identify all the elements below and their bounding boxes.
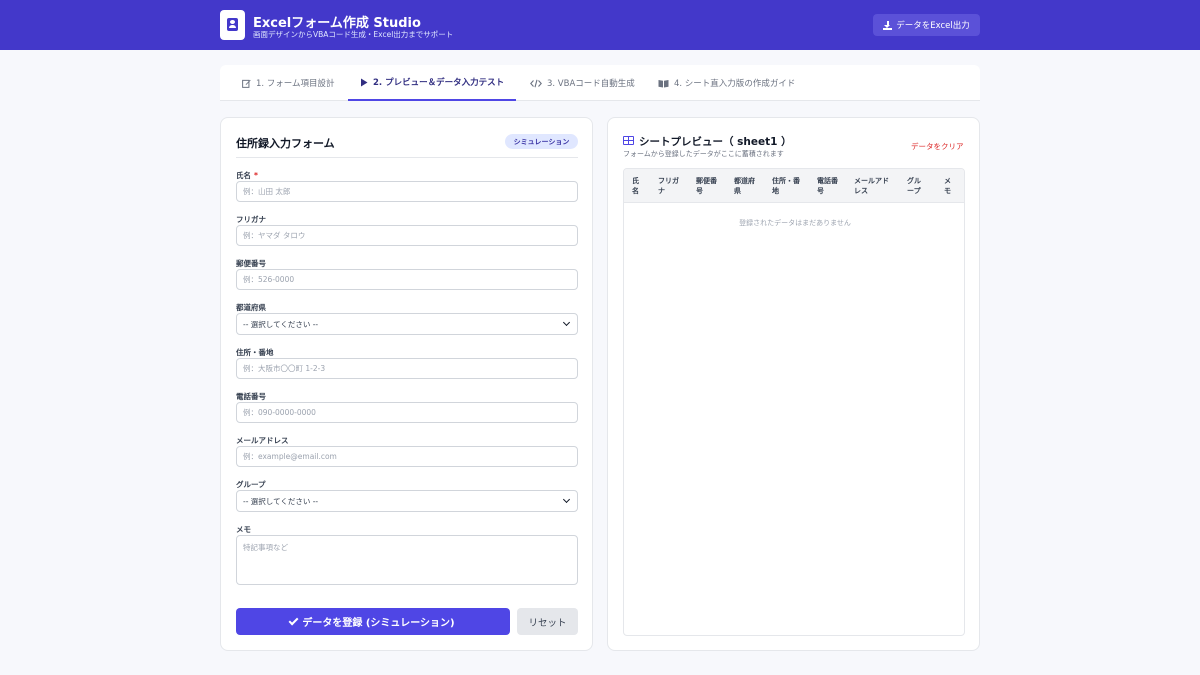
furigana-input[interactable] — [236, 225, 578, 246]
field-label-postal-code: 郵便番号 — [236, 259, 266, 268]
column-header: フリガ ナ — [658, 177, 679, 195]
app-subtitle: 画面デザインからVBAコード生成・Excel出力までサポート — [253, 30, 454, 39]
app-header: Excelフォーム作成 Studio 画面デザインからVBAコード生成・Exce… — [0, 0, 1200, 50]
tab-preview-test[interactable]: 2. プレビュー＆データ入力テスト — [348, 65, 517, 101]
select-value: -- 選択してください -- — [243, 496, 319, 506]
tab-label: 3. VBAコード自動生成 — [547, 79, 635, 89]
chevron-down-icon — [562, 318, 571, 327]
tab-label: 2. プレビュー＆データ入力テスト — [373, 78, 505, 88]
input-form-card: 住所録入力フォーム シミュレーション 氏名* フリガナ 郵便番号 都道府県 --… — [220, 117, 593, 651]
tab-vba-code[interactable]: 3. VBAコード自動生成 — [530, 65, 635, 101]
preview-title: シートプレビュー（ sheet1 ） — [639, 136, 792, 148]
chevron-down-icon — [562, 495, 571, 504]
download-icon — [883, 20, 893, 30]
column-header: 氏 名 — [632, 177, 639, 195]
group-select[interactable]: -- 選択してください -- — [236, 490, 578, 512]
address-input[interactable] — [236, 358, 578, 379]
field-label-prefecture: 都道府県 — [236, 303, 266, 312]
preview-table: 氏 名 フリガ ナ 郵便番 号 都道府 県 住所・番 地 電話番 号 メールアド… — [623, 168, 965, 636]
table-icon — [623, 136, 634, 145]
column-header: 郵便番 号 — [696, 177, 717, 195]
column-header: 電話番 号 — [817, 177, 838, 195]
name-input[interactable] — [236, 181, 578, 202]
field-label-phone: 電話番号 — [236, 392, 266, 401]
address-book-icon — [220, 10, 245, 40]
tab-sheet-guide[interactable]: 4. シート直入力版の作成ガイド — [658, 65, 795, 101]
empty-table-message: 登録されたデータはまだありません — [739, 219, 851, 227]
tab-label: 4. シート直入力版の作成ガイド — [674, 79, 796, 89]
register-label: データを登録 (シミュレーション) — [302, 618, 455, 629]
column-header: グル ープ — [907, 177, 921, 195]
column-header: 都道府 県 — [734, 177, 755, 195]
export-excel-button[interactable]: データをExcel出力 — [873, 14, 980, 36]
book-icon — [658, 79, 669, 87]
email-input[interactable] — [236, 446, 578, 467]
column-header: メ モ — [944, 177, 951, 195]
tab-bar: 1. フォーム項目設計 2. プレビュー＆データ入力テスト 3. VBAコード自… — [220, 65, 980, 101]
required-mark: * — [254, 171, 258, 180]
field-label-name: 氏名 * — [236, 171, 258, 180]
field-label-address: 住所・番地 — [236, 348, 274, 357]
field-label-memo: メモ — [236, 525, 251, 534]
table-header: 氏 名 フリガ ナ 郵便番 号 都道府 県 住所・番 地 電話番 号 メールアド… — [624, 169, 964, 203]
clear-data-button[interactable]: データをクリア — [911, 141, 964, 152]
export-excel-label: データをExcel出力 — [896, 21, 970, 31]
select-value: -- 選択してください -- — [243, 319, 319, 329]
column-header: 住所・番 地 — [772, 177, 800, 195]
register-button[interactable]: データを登録 (シミュレーション) — [236, 608, 510, 635]
column-header: メールアド レス — [854, 177, 889, 195]
sheet-preview-card: シートプレビュー（ sheet1 ） フォームから登録したデータがここに蓄積され… — [607, 117, 980, 651]
tab-label: 1. フォーム項目設計 — [256, 79, 335, 89]
field-label-furigana: フリガナ — [236, 215, 266, 224]
divider — [236, 157, 578, 158]
preview-subtitle: フォームから登録したデータがここに蓄積されます — [623, 150, 784, 158]
field-label-group: グループ — [236, 480, 266, 489]
memo-textarea[interactable] — [236, 535, 578, 585]
code-icon — [530, 79, 542, 87]
simulation-badge: シミュレーション — [505, 134, 578, 149]
field-label-email: メールアドレス — [236, 436, 289, 445]
tab-form-design[interactable]: 1. フォーム項目設計 — [242, 65, 335, 101]
prefecture-select[interactable]: -- 選択してください -- — [236, 313, 578, 335]
phone-input[interactable] — [236, 402, 578, 423]
postal-code-input[interactable] — [236, 269, 578, 290]
check-icon — [288, 615, 299, 625]
reset-button[interactable]: リセット — [517, 608, 578, 635]
form-title: 住所録入力フォーム — [236, 137, 335, 150]
edit-icon — [242, 79, 251, 88]
play-icon — [361, 78, 368, 86]
